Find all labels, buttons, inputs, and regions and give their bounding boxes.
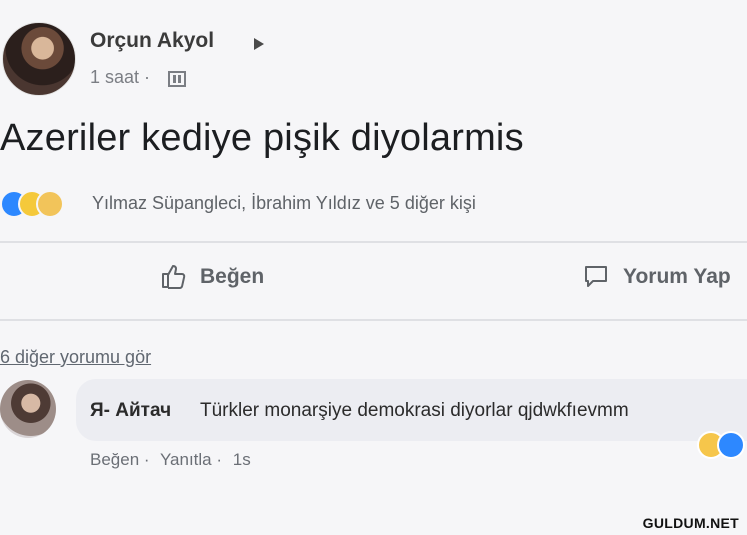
comment-actions: Beğen · Yanıtla · 1s [90, 450, 257, 470]
comment-text: Türkler monarşiye demokrasi diyorlar qjd… [200, 400, 629, 421]
sad-reaction-icon [36, 190, 64, 218]
audience-icon [168, 71, 186, 87]
play-arrow-icon [254, 38, 264, 50]
author-name[interactable]: Orçun Akyol [90, 29, 214, 53]
like-button-label: Beğen [200, 265, 265, 288]
facebook-post: Orçun Akyol 1 saat · Azeriler kediye piş… [0, 0, 747, 535]
comment-button-label: Yorum Yap [623, 265, 731, 288]
post-text: Azeriler kediye pişik diyolarmis [0, 117, 524, 159]
like-reaction-icon [717, 431, 745, 459]
watermark: GULDUM.NET [640, 514, 741, 532]
divider [0, 241, 747, 243]
author-avatar[interactable] [2, 22, 76, 96]
post-timestamp[interactable]: 1 saat · [90, 67, 150, 88]
comment-time[interactable]: 1s [233, 450, 251, 469]
comment-button[interactable]: Yorum Yap [583, 263, 731, 289]
divider [0, 319, 747, 321]
reactors-summary[interactable]: Yılmaz Süpangleci, İbrahim Yıldız ve 5 d… [92, 193, 476, 214]
comment-like-link[interactable]: Beğen · [90, 450, 150, 469]
comment-bubble-icon [585, 266, 607, 287]
thumbs-up-icon [162, 265, 186, 289]
view-more-comments-link[interactable]: 6 diğer yorumu gör [0, 347, 151, 368]
commenter-avatar[interactable] [0, 380, 56, 438]
comment-author[interactable]: Я- Айтач [90, 400, 171, 422]
like-button[interactable]: Beğen [160, 263, 264, 289]
comment-reply-link[interactable]: Yanıtla · [160, 450, 222, 469]
